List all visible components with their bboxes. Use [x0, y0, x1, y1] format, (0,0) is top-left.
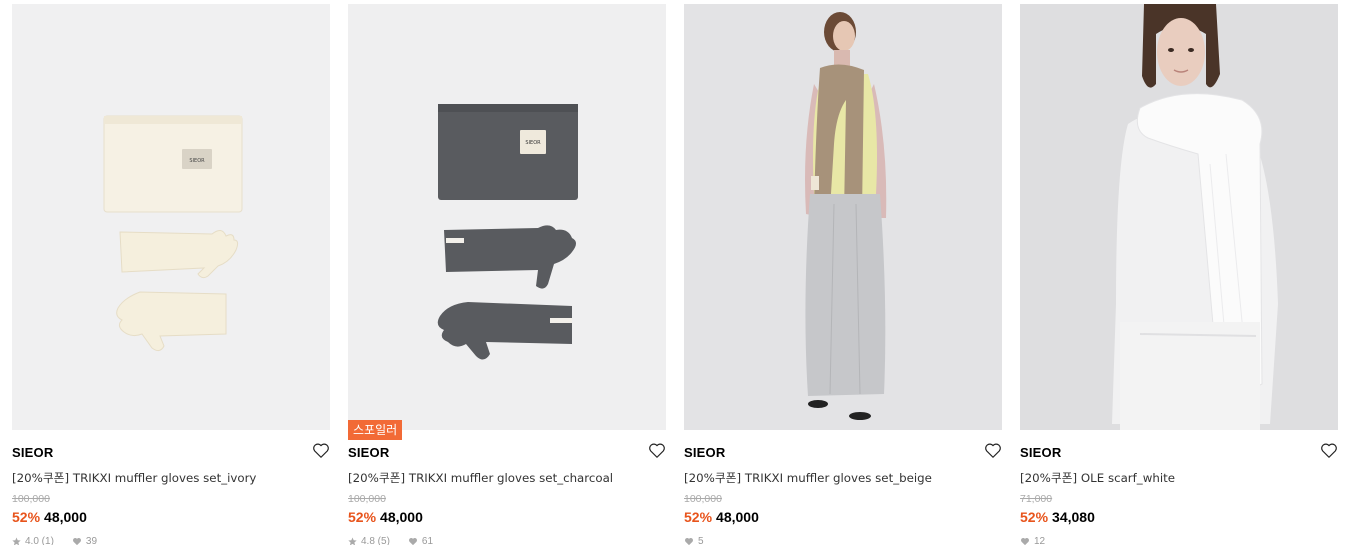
- product-name[interactable]: [20%쿠폰] OLE scarf_white: [1020, 469, 1320, 486]
- discount-rate: 52%: [12, 509, 41, 525]
- original-price: 100,000: [348, 493, 386, 505]
- product-card[interactable]: SIEOR 스포일러 SIEOR [20%쿠폰] TRIKXI muffler …: [348, 4, 666, 545]
- product-name[interactable]: [20%쿠폰] TRIKXI muffler gloves set_charco…: [348, 469, 648, 486]
- price-line: 52% 48,000: [12, 509, 87, 525]
- wishlist-heart-icon[interactable]: [1320, 442, 1338, 459]
- product-meta: 4.0 (1) 39: [12, 536, 97, 545]
- heart-filled-icon: [1021, 538, 1029, 545]
- sale-price: 48,000: [716, 509, 759, 525]
- price-line: 52% 48,000: [684, 509, 759, 525]
- heart-filled-icon: [408, 538, 417, 545]
- heart-filled-icon: [685, 538, 693, 545]
- discount-rate: 52%: [1020, 509, 1049, 525]
- price-line: 52% 34,080: [1020, 509, 1095, 525]
- price-line: 52% 48,000: [348, 509, 423, 525]
- spoiler-badge: 스포일러: [348, 420, 403, 440]
- product-card[interactable]: SIEOR SIEOR [20%쿠폰] TRIKXI muffler glove…: [12, 4, 330, 545]
- product-image-white-scarf[interactable]: [1020, 4, 1338, 430]
- sale-price: 48,000: [380, 509, 423, 525]
- original-price: 100,000: [12, 493, 50, 505]
- brand-name[interactable]: SIEOR: [1020, 445, 1061, 460]
- rating-text: 4.0 (1): [25, 536, 54, 545]
- like-count: 5: [698, 536, 704, 545]
- product-card[interactable]: SIEOR [20%쿠폰] TRIKXI muffler gloves set_…: [684, 4, 1002, 545]
- muffler-label: SIEOR: [525, 140, 541, 146]
- product-name[interactable]: [20%쿠폰] TRIKXI muffler gloves set_ivory: [12, 469, 312, 486]
- muffler-label: SIEOR: [189, 158, 205, 164]
- product-meta: 12: [1020, 536, 1045, 545]
- sale-price: 48,000: [44, 509, 87, 525]
- star-icon: [348, 537, 357, 545]
- product-grid: SIEOR SIEOR [20%쿠폰] TRIKXI muffler glove…: [12, 4, 1338, 545]
- heart-filled-icon: [72, 538, 81, 545]
- original-price: 100,000: [684, 493, 722, 505]
- star-icon: [12, 537, 21, 545]
- product-image-charcoal-set[interactable]: SIEOR: [348, 4, 666, 430]
- original-price: 71,000: [1020, 493, 1053, 505]
- wishlist-heart-icon[interactable]: [648, 442, 666, 459]
- sale-price: 34,080: [1052, 509, 1095, 525]
- brand-name[interactable]: SIEOR: [684, 445, 725, 460]
- like-count: 12: [1034, 536, 1046, 545]
- like-count: 39: [85, 536, 98, 545]
- product-name[interactable]: [20%쿠폰] TRIKXI muffler gloves set_beige: [684, 469, 984, 486]
- product-meta: 4.8 (5) 61: [348, 536, 433, 545]
- brand-name[interactable]: SIEOR: [348, 445, 389, 460]
- like-count: 61: [421, 536, 434, 545]
- discount-rate: 52%: [684, 509, 713, 525]
- discount-rate: 52%: [348, 509, 377, 525]
- wishlist-heart-icon[interactable]: [312, 442, 330, 459]
- product-image-beige-model[interactable]: [684, 4, 1002, 430]
- wishlist-heart-icon[interactable]: [984, 442, 1002, 459]
- product-image-ivory-set[interactable]: SIEOR: [12, 4, 330, 430]
- product-card[interactable]: SIEOR [20%쿠폰] OLE scarf_white 71,000 52%…: [1020, 4, 1338, 545]
- product-meta: 5: [684, 536, 704, 545]
- rating-text: 4.8 (5): [361, 536, 390, 545]
- brand-name[interactable]: SIEOR: [12, 445, 53, 460]
